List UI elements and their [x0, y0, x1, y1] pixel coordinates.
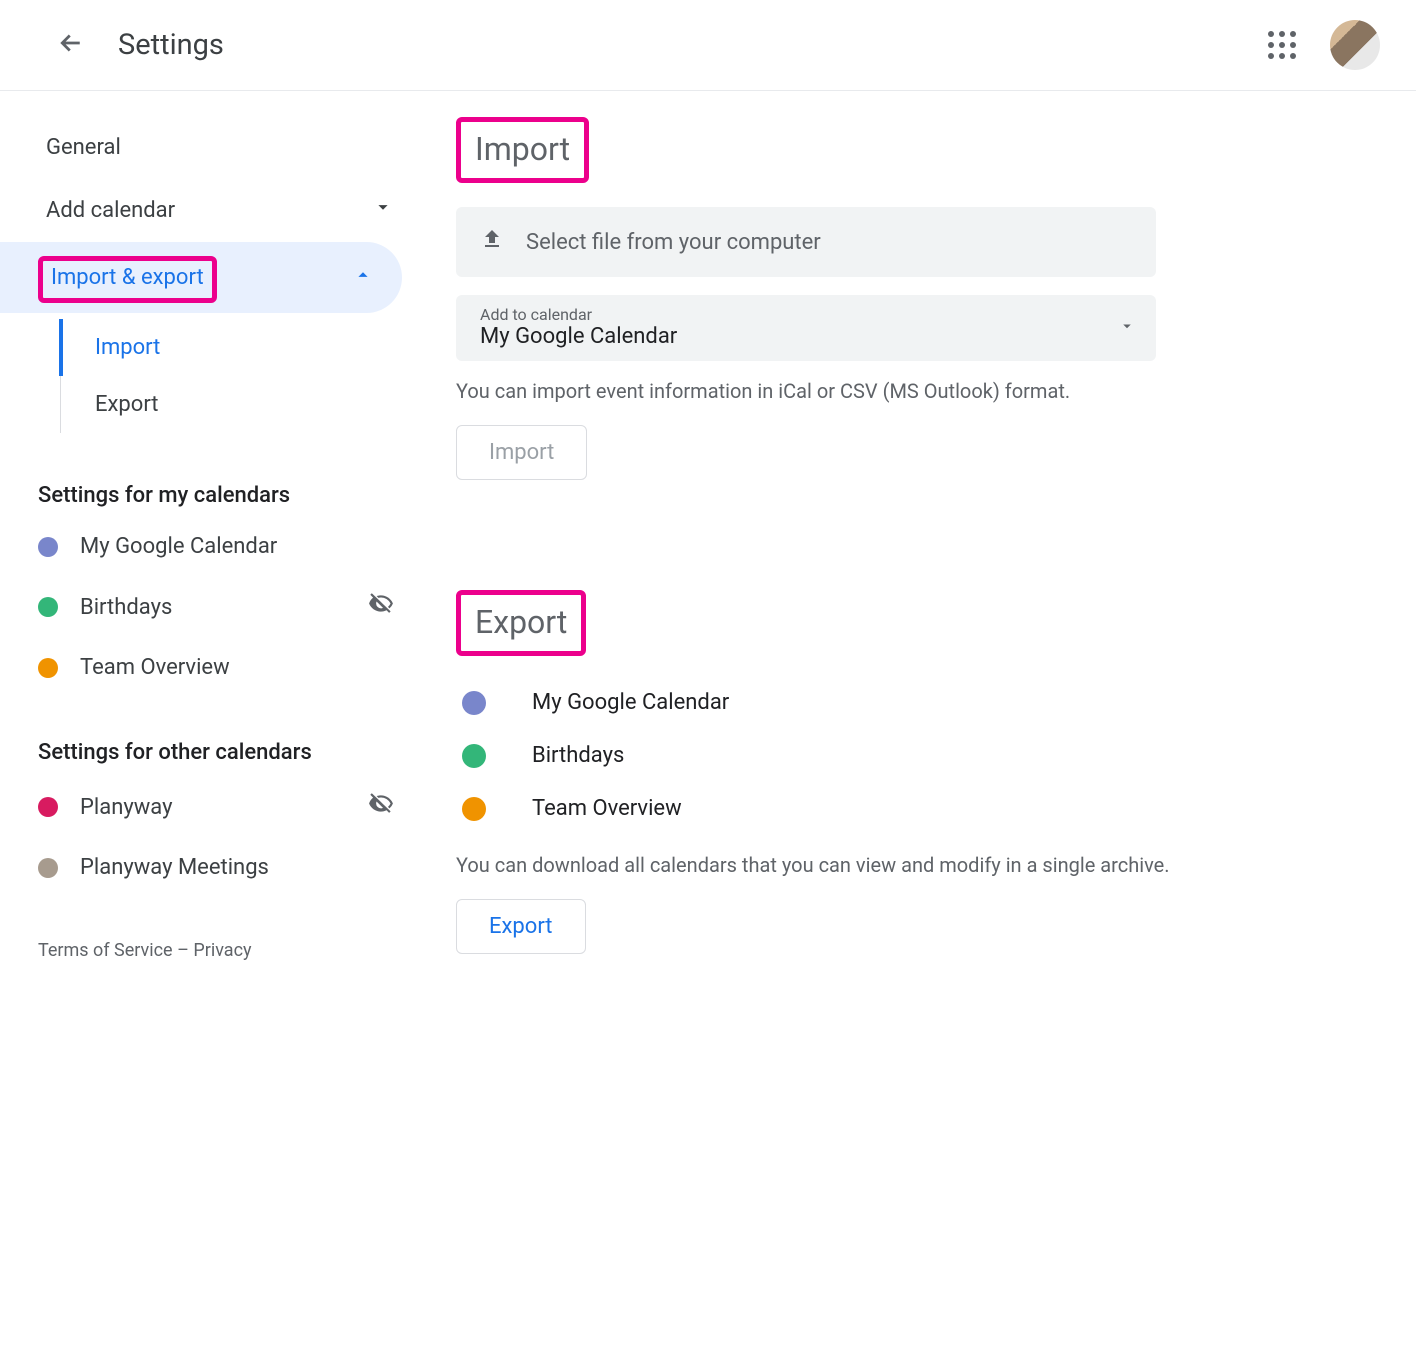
page-title: Settings — [118, 28, 1268, 62]
sidebar-item-import-export[interactable]: Import & export — [0, 242, 402, 313]
select-file-button[interactable]: Select file from your computer — [456, 207, 1156, 277]
visibility-off-icon — [368, 591, 394, 623]
apps-grid-icon[interactable] — [1268, 31, 1296, 59]
calendar-color-dot — [38, 537, 58, 557]
annotation-highlight: Export — [456, 590, 586, 656]
sidebar-heading-my-calendars: Settings for my calendars — [38, 439, 402, 518]
sidebar-subitem-export[interactable]: Export — [61, 376, 402, 433]
sidebar-subitem-import[interactable]: Import — [59, 319, 402, 376]
select-file-label: Select file from your computer — [526, 230, 821, 255]
calendar-item[interactable]: Team Overview — [38, 639, 402, 696]
main-content: Import Select file from your computer Ad… — [430, 117, 1416, 961]
export-calendar-row: Birthdays — [456, 729, 1416, 782]
export-calendar-row: My Google Calendar — [456, 676, 1416, 729]
chevron-up-icon — [352, 264, 374, 292]
calendar-label: Planyway Meetings — [80, 855, 269, 880]
sidebar-label: General — [46, 135, 121, 160]
sidebar-label: Import & export — [51, 265, 204, 290]
sidebar-subitems: Import Export — [60, 319, 402, 433]
sidebar-item-general[interactable]: General — [38, 117, 402, 178]
calendar-color-dot — [38, 658, 58, 678]
calendar-color-dot — [462, 691, 486, 715]
import-section-title: Import — [456, 117, 1416, 183]
export-section-title: Export — [456, 590, 1416, 656]
settings-sidebar: General Add calendar Import & export Imp… — [0, 117, 430, 961]
upload-icon — [480, 227, 504, 257]
calendar-color-dot — [38, 597, 58, 617]
calendar-item[interactable]: Planyway Meetings — [38, 839, 402, 896]
header-bar: Settings — [0, 0, 1416, 91]
sidebar-label: Add calendar — [46, 198, 175, 223]
export-button[interactable]: Export — [456, 899, 586, 954]
calendar-label: Team Overview — [532, 796, 682, 821]
back-arrow-icon[interactable] — [56, 28, 86, 62]
select-value: My Google Calendar — [480, 324, 677, 349]
sidebar-item-add-calendar[interactable]: Add calendar — [38, 178, 402, 242]
chevron-down-icon — [372, 196, 394, 224]
calendar-color-dot — [38, 797, 58, 817]
calendar-color-dot — [38, 858, 58, 878]
calendar-label: My Google Calendar — [80, 534, 277, 559]
calendar-label: Team Overview — [80, 655, 230, 680]
import-button[interactable]: Import — [456, 425, 587, 480]
user-avatar[interactable] — [1330, 20, 1380, 70]
footer-links: Terms of Service – Privacy — [38, 896, 402, 961]
export-calendar-row: Team Overview — [456, 782, 1416, 835]
calendar-item[interactable]: Birthdays — [38, 575, 402, 639]
calendar-label: Planyway — [80, 795, 173, 820]
add-to-calendar-select[interactable]: Add to calendar My Google Calendar — [456, 295, 1156, 361]
calendar-label: Birthdays — [532, 743, 624, 768]
privacy-link[interactable]: Privacy — [193, 940, 251, 961]
export-hint: You can download all calendars that you … — [456, 853, 1416, 877]
sidebar-heading-other-calendars: Settings for other calendars — [38, 696, 402, 775]
export-section: Export My Google Calendar Birthdays Team O… — [456, 590, 1416, 954]
calendar-label: My Google Calendar — [532, 690, 729, 715]
visibility-off-icon — [368, 791, 394, 823]
select-label: Add to calendar — [480, 305, 677, 324]
dropdown-caret-icon — [1118, 317, 1136, 339]
import-hint: You can import event information in iCal… — [456, 379, 1416, 403]
calendar-color-dot — [462, 744, 486, 768]
terms-link[interactable]: Terms of Service — [38, 940, 173, 961]
annotation-highlight: Import & export — [38, 256, 217, 303]
calendar-item[interactable]: Planyway — [38, 775, 402, 839]
annotation-highlight: Import — [456, 117, 589, 183]
calendar-item[interactable]: My Google Calendar — [38, 518, 402, 575]
calendar-color-dot — [462, 797, 486, 821]
calendar-label: Birthdays — [80, 595, 172, 620]
